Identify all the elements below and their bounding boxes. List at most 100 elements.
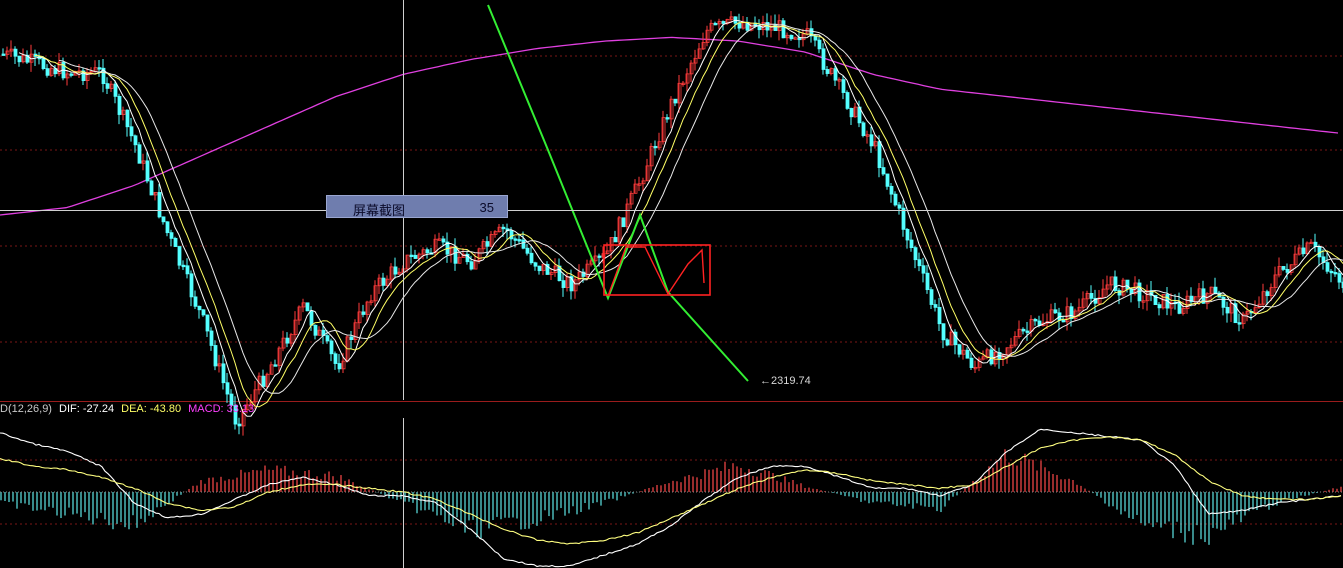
candle-body xyxy=(205,314,210,332)
candle-body xyxy=(333,353,338,364)
candle-body xyxy=(41,58,46,70)
candle-body xyxy=(897,204,902,209)
candle-body xyxy=(309,310,314,326)
candle-body xyxy=(441,238,446,243)
candle-body xyxy=(201,309,206,316)
candle-body xyxy=(1021,328,1026,332)
candle-body xyxy=(773,23,778,31)
candle-body xyxy=(117,95,122,115)
candle-body xyxy=(173,237,178,247)
candle-body xyxy=(177,246,182,266)
pattern-lines xyxy=(607,246,705,297)
low-price-label: ←2319.74 xyxy=(760,375,811,387)
candle-body xyxy=(913,247,918,261)
candle-body xyxy=(149,180,154,196)
candle-body xyxy=(325,335,330,342)
ma-line-long-short xyxy=(58,23,1343,394)
candle-body xyxy=(533,262,538,267)
candle-body xyxy=(425,249,430,254)
candle-body xyxy=(413,254,418,259)
candle-body xyxy=(597,255,602,258)
candle-body xyxy=(225,382,230,395)
candle-body xyxy=(929,289,934,305)
candle-body xyxy=(209,330,214,346)
candle-body xyxy=(905,228,910,241)
candle-body xyxy=(105,83,110,89)
crosshair-tooltip: 屏幕截图 35 xyxy=(326,195,508,219)
candle-body xyxy=(485,241,490,247)
candle-body xyxy=(821,48,826,70)
candle-body xyxy=(889,185,894,195)
candle-body xyxy=(157,192,162,218)
candle-body xyxy=(653,145,658,149)
candle-body xyxy=(185,265,190,275)
candle-body xyxy=(665,117,670,120)
candle-body xyxy=(97,67,102,70)
candle-body xyxy=(1137,282,1142,302)
candle-body xyxy=(909,239,914,249)
candle-body xyxy=(501,226,506,230)
candle-body xyxy=(737,22,742,29)
candle-body xyxy=(825,69,830,74)
candle-body xyxy=(1337,273,1342,283)
candle-body xyxy=(869,134,874,147)
macd-legend-macd: MACD: 33.13 xyxy=(188,403,255,415)
candle-body xyxy=(1025,330,1030,333)
candle-body xyxy=(969,357,974,368)
candle-body xyxy=(469,261,474,270)
candle-body xyxy=(1129,288,1134,294)
candle-body xyxy=(877,141,882,168)
candle-body xyxy=(901,207,906,230)
candle-body xyxy=(237,423,242,427)
candle-body xyxy=(713,22,718,26)
candle-body xyxy=(1325,262,1330,272)
candle-body xyxy=(925,272,930,291)
candle-body xyxy=(621,217,626,228)
candle-body xyxy=(133,135,138,146)
candle-body xyxy=(1221,296,1226,308)
candle-body xyxy=(529,252,534,264)
candle-body xyxy=(1213,286,1218,294)
candle-body xyxy=(673,98,678,104)
candle-body xyxy=(409,254,414,258)
candle-body xyxy=(517,239,522,242)
macd-legend-dea: DEA: -43.80 xyxy=(121,403,182,415)
candle-body xyxy=(781,20,786,39)
candle-body xyxy=(393,266,398,275)
stock-chart[interactable] xyxy=(0,0,1343,568)
candle-body xyxy=(197,305,202,311)
candle-body xyxy=(137,144,142,164)
candle-body xyxy=(113,83,118,97)
macd-legend-dif: DIF: -27.24 xyxy=(59,403,115,415)
candle-body xyxy=(181,264,186,268)
tooltip-label: 屏幕截图 xyxy=(353,204,406,219)
candle-body xyxy=(1285,269,1290,273)
candle-body xyxy=(1265,291,1270,297)
candle-body xyxy=(1117,290,1122,296)
short-moving-averages xyxy=(18,19,1343,417)
candle-body xyxy=(525,247,530,254)
candle-body xyxy=(453,246,458,264)
candle-body xyxy=(337,363,342,370)
candle-body xyxy=(965,349,970,359)
candle-body xyxy=(1329,270,1334,274)
candle-body xyxy=(169,232,174,239)
macd-legend: D(12,26,9) DIF: -27.24 DEA: -43.80 MACD:… xyxy=(0,403,258,415)
candle-body xyxy=(221,363,226,384)
candle-body xyxy=(885,173,890,187)
candle-body xyxy=(349,336,354,340)
candlesticks[interactable] xyxy=(1,10,1343,436)
candle-body xyxy=(921,265,926,274)
candle-body xyxy=(189,273,194,298)
candle-body xyxy=(1053,309,1058,314)
candle-body xyxy=(957,344,962,355)
candle-body xyxy=(757,25,762,31)
candle-body xyxy=(69,73,74,76)
candle-body xyxy=(1157,304,1162,309)
candle-body xyxy=(845,92,850,109)
candle-body xyxy=(1033,318,1038,322)
candle-body xyxy=(273,364,278,367)
candle-body xyxy=(305,302,310,312)
candle-body xyxy=(45,68,50,76)
candle-body xyxy=(125,109,130,128)
